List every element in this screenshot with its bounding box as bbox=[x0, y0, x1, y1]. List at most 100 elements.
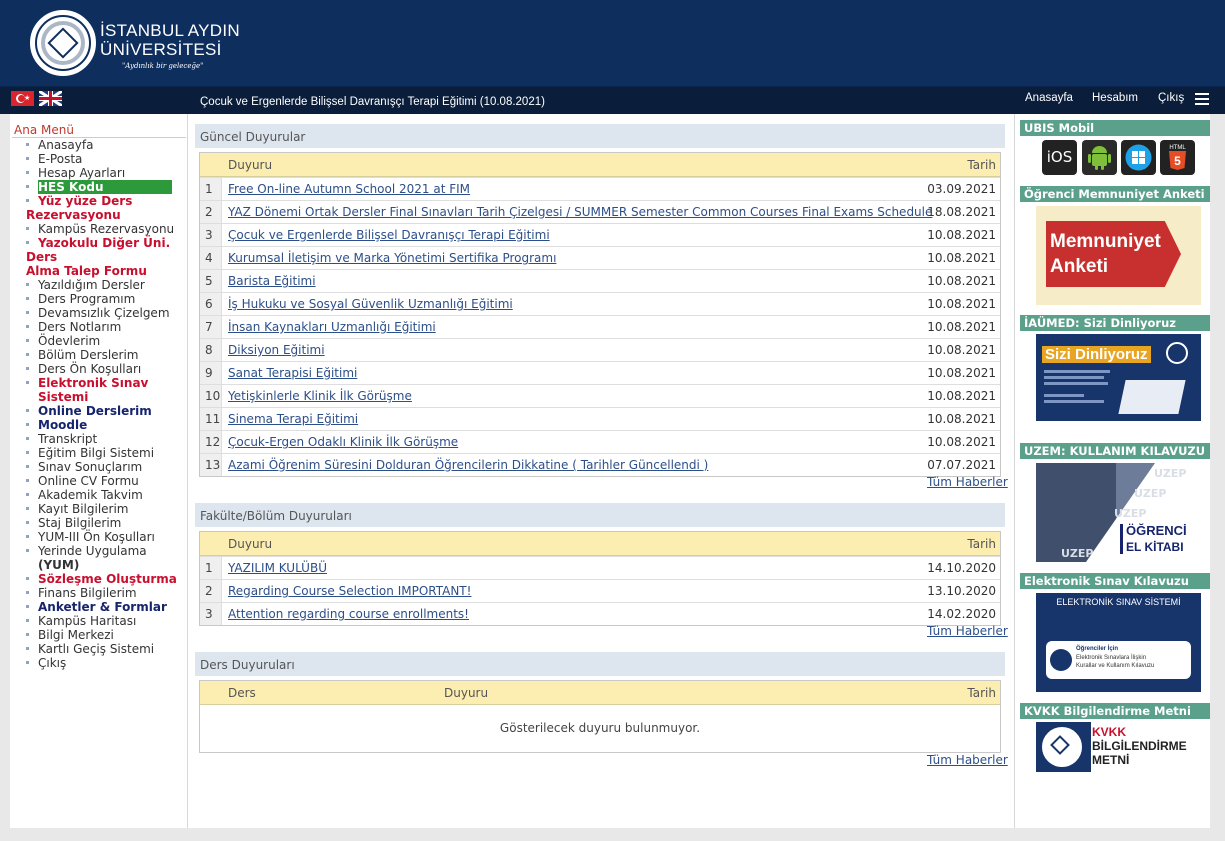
row-number: 4 bbox=[200, 247, 222, 269]
html5-app-icon[interactable]: HTML 5 bbox=[1160, 140, 1195, 175]
home-link[interactable]: Anasayfa bbox=[1025, 92, 1073, 104]
announcement-link[interactable]: Barista Eğitimi bbox=[228, 274, 316, 288]
announcement-date: 10.08.2021 bbox=[927, 251, 996, 265]
row-number: 11 bbox=[200, 408, 222, 430]
announcement-link[interactable]: Regarding Course Selection IMPORTANT! bbox=[228, 584, 471, 598]
university-logo[interactable] bbox=[30, 10, 96, 76]
menu-item[interactable]: Finans Bilgilerim bbox=[10, 586, 188, 600]
menu-item[interactable]: Bölüm Derslerim bbox=[10, 348, 188, 362]
menu-item[interactable]: Yerinde Uygulama (YUM) bbox=[10, 544, 188, 572]
announcement-link[interactable]: Azami Öğrenim Süresini Dolduran Öğrencil… bbox=[228, 458, 708, 472]
svg-text:5: 5 bbox=[1174, 154, 1181, 168]
menu-item[interactable]: Elektronik Sınav Sistemi bbox=[10, 376, 188, 404]
announcement-link[interactable]: Attention regarding course enrollments! bbox=[228, 607, 469, 621]
satisfaction-survey-header: Öğrenci Memnuniyet Anketi bbox=[1020, 186, 1210, 202]
table-row: 6 İş Hukuku ve Sosyal Güvenlik Uzmanlığı … bbox=[200, 292, 1000, 315]
menu-item[interactable]: Sınav Sonuçlarım bbox=[10, 460, 188, 474]
announcement-link[interactable]: Sanat Terapisi Eğitimi bbox=[228, 366, 357, 380]
university-name-line1: İSTANBUL AYDIN bbox=[100, 21, 240, 40]
esinav-guide-banner[interactable]: ELEKTRONİK SINAV SİSTEMİ Öğrenciler İçin… bbox=[1036, 593, 1201, 692]
menu-item[interactable]: Anasayfa bbox=[10, 138, 188, 152]
turkish-flag-icon[interactable]: ★ bbox=[11, 91, 34, 106]
all-news-link-current[interactable]: Tüm Haberler bbox=[927, 475, 1008, 489]
menu-item[interactable]: Ders Notlarım bbox=[10, 320, 188, 334]
row-number: 13 bbox=[200, 454, 222, 476]
menu-item[interactable]: Online CV Formu bbox=[10, 474, 188, 488]
col-announcement: Duyuru bbox=[228, 158, 273, 172]
main-menu: Anasayfa E-Posta Hesap Ayarları HES Kodu Yüz… bbox=[10, 138, 188, 670]
menu-item[interactable]: Kartlı Geçiş Sistemi bbox=[10, 642, 188, 656]
menu-item[interactable]: Sözleşme Oluşturma bbox=[10, 572, 188, 586]
announcement-link[interactable]: Diksiyon Eğitimi bbox=[228, 343, 325, 357]
menu-item[interactable]: Yüz yüze Ders Rezervasyonu bbox=[10, 194, 188, 222]
menu-item[interactable]: Bilgi Merkezi bbox=[10, 628, 188, 642]
menu-item[interactable]: Yazokulu Diğer Üni. Ders Alma Talep Formu bbox=[10, 236, 188, 278]
all-news-link-faculty[interactable]: Tüm Haberler bbox=[927, 624, 1008, 638]
faculty-announcements-table: Duyuru Tarih 1 YAZILIM KULÜBÜ 14.10.2020 2 R… bbox=[199, 531, 1001, 626]
announcement-date: 14.02.2020 bbox=[927, 607, 996, 621]
slogan: "Aydınlık bir geleceğe" bbox=[122, 62, 204, 70]
menu-item[interactable]: Anketler & Formlar bbox=[10, 600, 188, 614]
menu-item[interactable]: Online Derslerim bbox=[10, 404, 188, 418]
ios-app-icon[interactable]: iOS bbox=[1042, 140, 1077, 175]
menu-item[interactable]: Kampüs Haritası bbox=[10, 614, 188, 628]
menu-item[interactable]: Çıkış bbox=[10, 656, 188, 670]
announcement-link[interactable]: YAZ Dönemi Ortak Dersler Final Sınavları… bbox=[228, 205, 932, 219]
menu-item[interactable]: Ders Programım bbox=[10, 292, 188, 306]
table-row: 4 Kurumsal İletişim ve Marka Yönetimi Ser… bbox=[200, 246, 1000, 269]
announcement-link[interactable]: İş Hukuku ve Sosyal Güvenlik Uzmanlığı E… bbox=[228, 297, 513, 311]
announcement-date: 03.09.2021 bbox=[927, 182, 996, 196]
announcement-link[interactable]: Free On-line Autumn School 2021 at FIM bbox=[228, 182, 470, 196]
announcement-link[interactable]: Çocuk ve Ergenlerde Bilişsel Davranışçı … bbox=[228, 228, 550, 242]
announcement-link[interactable]: Yetişkinlerle Klinik İlk Görüşme bbox=[228, 389, 412, 403]
logout-link[interactable]: Çıkış bbox=[1158, 92, 1184, 104]
menu-item[interactable]: Devamsızlık Çizelgem bbox=[10, 306, 188, 320]
announcement-date: 10.08.2021 bbox=[927, 366, 996, 380]
satisfaction-survey-banner[interactable]: Memnuniyet Anketi bbox=[1036, 206, 1201, 305]
menu-item[interactable]: Yazıldığım Dersler bbox=[10, 278, 188, 292]
announcement-link[interactable]: İnsan Kaynakları Uzmanlığı Eğitimi bbox=[228, 320, 436, 334]
row-number: 9 bbox=[200, 362, 222, 384]
course-announcements-table: Ders Duyuru Tarih Gösterilecek duyuru bu… bbox=[199, 680, 1001, 753]
menu-item[interactable]: Transkript bbox=[10, 432, 188, 446]
menu-item[interactable]: YUM-III Ön Koşulları bbox=[10, 530, 188, 544]
col-date: Tarih bbox=[967, 686, 996, 700]
row-number: 3 bbox=[200, 224, 222, 246]
iaumed-banner[interactable]: Sizi Dinliyoruz bbox=[1036, 334, 1201, 427]
announcement-link[interactable]: YAZILIM KULÜBÜ bbox=[228, 561, 327, 575]
menu-item[interactable]: HES Kodu bbox=[10, 180, 188, 194]
kvkk-banner[interactable]: KVKK BİLGİLENDİRME METNİ bbox=[1036, 722, 1201, 772]
windows-app-icon[interactable] bbox=[1121, 140, 1156, 175]
col-date: Tarih bbox=[967, 158, 996, 172]
announcement-link[interactable]: Sinema Terapi Eğitimi bbox=[228, 412, 358, 426]
esinav-guide-header: Elektronik Sınav Kılavuzu bbox=[1020, 573, 1210, 589]
all-news-link-course[interactable]: Tüm Haberler bbox=[927, 753, 1008, 767]
announcement-link[interactable]: Çocuk-Ergen Odaklı Klinik İlk Görüşme bbox=[228, 435, 458, 449]
table-row: 13 Azami Öğrenim Süresini Dolduran Öğrenc… bbox=[200, 453, 1000, 476]
menu-item[interactable]: Kampüs Rezervasyonu bbox=[10, 222, 188, 236]
table-row: 5 Barista Eğitimi 10.08.2021 bbox=[200, 269, 1000, 292]
announcement-date: 10.08.2021 bbox=[927, 389, 996, 403]
menu-item[interactable]: E-Posta bbox=[10, 152, 188, 166]
menu-item[interactable]: Kayıt Bilgilerim bbox=[10, 502, 188, 516]
uzem-guide-header: UZEM: KULLANIM KILAVUZU bbox=[1020, 443, 1210, 459]
announcement-link[interactable]: Kurumsal İletişim ve Marka Yönetimi Sert… bbox=[228, 251, 556, 265]
android-app-icon[interactable] bbox=[1082, 140, 1117, 175]
menu-item[interactable]: Akademik Takvim bbox=[10, 488, 188, 502]
my-account-link[interactable]: Hesabım bbox=[1092, 92, 1138, 104]
table-row: 9 Sanat Terapisi Eğitimi 10.08.2021 bbox=[200, 361, 1000, 384]
uzem-guide-banner[interactable]: UZEP UZEP UZEP UZEP ÖĞRENCİ EL KİTABI bbox=[1036, 463, 1201, 562]
hamburger-menu-icon[interactable] bbox=[1195, 93, 1209, 106]
row-number: 1 bbox=[200, 557, 222, 579]
menu-item[interactable]: Hesap Ayarları bbox=[10, 166, 188, 180]
menu-item[interactable]: Ödevlerim bbox=[10, 334, 188, 348]
table-row: 7 İnsan Kaynakları Uzmanlığı Eğitimi 10.08… bbox=[200, 315, 1000, 338]
kvkk-header: KVKK Bilgilendirme Metni bbox=[1020, 703, 1210, 719]
menu-item[interactable]: Ders Ön Koşulları bbox=[10, 362, 188, 376]
col-course: Ders bbox=[228, 686, 256, 700]
menu-item[interactable]: Staj Bilgilerim bbox=[10, 516, 188, 530]
english-flag-icon[interactable] bbox=[39, 91, 62, 106]
menu-item[interactable]: Moodle bbox=[10, 418, 188, 432]
university-name[interactable]: İSTANBUL AYDIN ÜNİVERSİTESİ bbox=[100, 21, 240, 59]
menu-item[interactable]: Eğitim Bilgi Sistemi bbox=[10, 446, 188, 460]
